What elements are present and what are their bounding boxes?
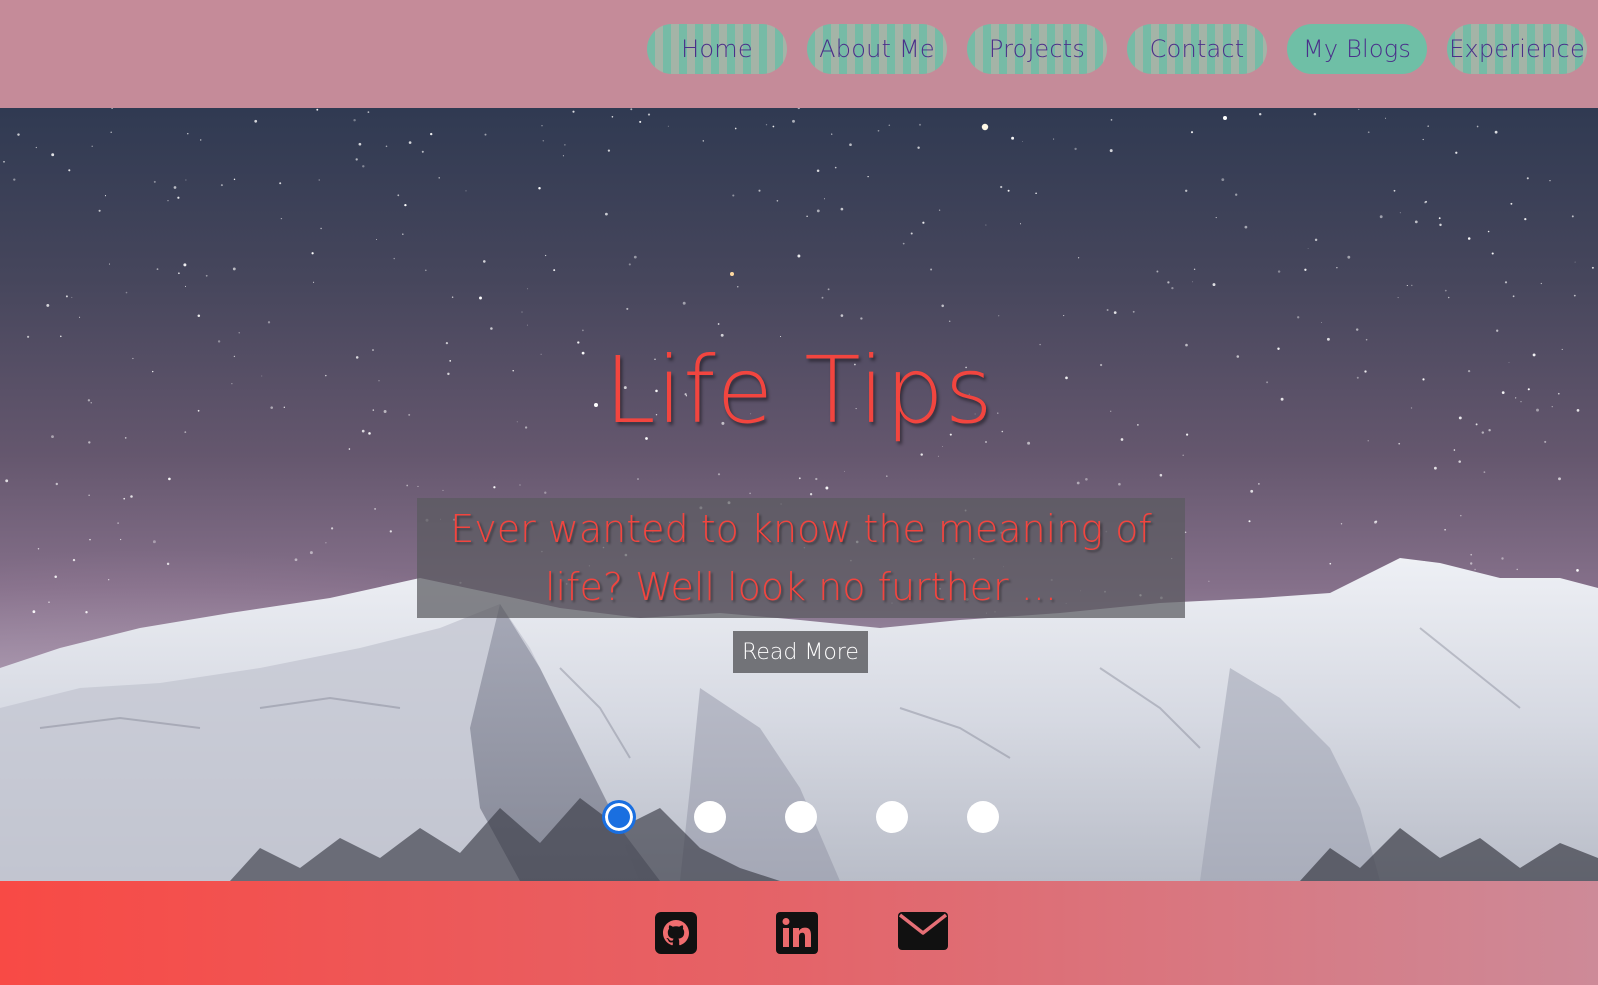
carousel-dot-4[interactable] bbox=[876, 801, 908, 833]
footer bbox=[0, 881, 1598, 985]
linkedin-icon[interactable] bbox=[776, 912, 818, 954]
github-icon[interactable] bbox=[655, 912, 697, 954]
carousel-dot-3[interactable] bbox=[785, 801, 817, 833]
nav-blogs-button[interactable]: My Blogs bbox=[1287, 24, 1427, 74]
carousel-dot-1[interactable] bbox=[603, 801, 635, 833]
slide-caption-box: Ever wanted to know the meaning of life?… bbox=[417, 498, 1185, 618]
read-more-button[interactable]: Read More bbox=[733, 631, 868, 673]
carousel-dot-2[interactable] bbox=[694, 801, 726, 833]
snowy-mountains bbox=[0, 558, 1598, 881]
nav-links: Home About Me Projects Contact My Blogs … bbox=[647, 24, 1587, 74]
top-navbar: Home About Me Projects Contact My Blogs … bbox=[0, 0, 1598, 108]
slide-title: Life Tips bbox=[604, 337, 994, 444]
slide-caption-text: Ever wanted to know the meaning of life?… bbox=[450, 507, 1152, 609]
email-icon[interactable] bbox=[898, 912, 948, 950]
carousel-dot-5[interactable] bbox=[967, 801, 999, 833]
nav-projects-button[interactable]: Projects bbox=[967, 24, 1107, 74]
nav-about-button[interactable]: About Me bbox=[807, 24, 947, 74]
hero-carousel: Life Tips Ever wanted to know the meanin… bbox=[0, 108, 1598, 881]
nav-contact-button[interactable]: Contact bbox=[1127, 24, 1267, 74]
nav-home-button[interactable]: Home bbox=[647, 24, 787, 74]
nav-experience-button[interactable]: Experience bbox=[1447, 24, 1587, 74]
carousel-indicators bbox=[603, 801, 999, 833]
